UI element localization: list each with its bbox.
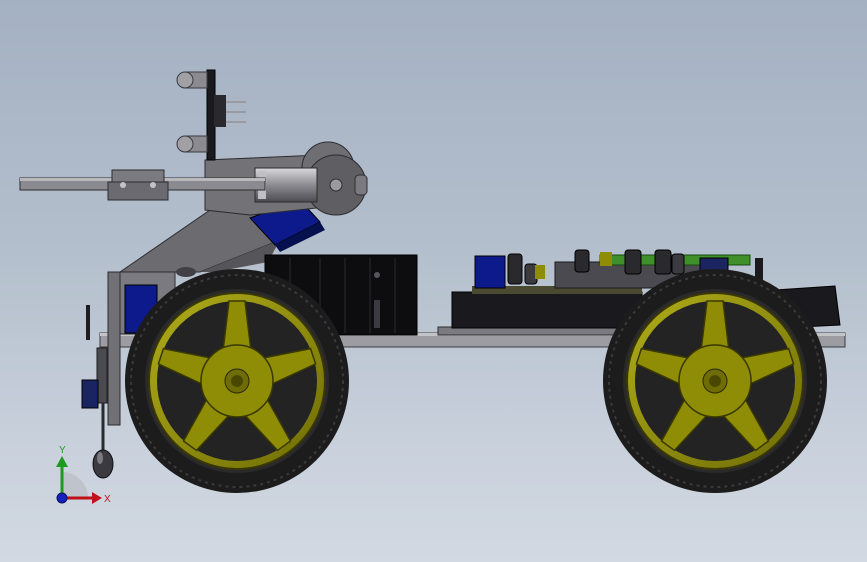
triad-plane-quadrant (62, 472, 88, 498)
y-axis-arrowhead (56, 456, 68, 467)
z-axis-dot (56, 492, 68, 504)
x-axis-label: X (104, 494, 111, 505)
rear-wheel (603, 269, 827, 493)
front-wheel (125, 269, 349, 493)
robot-car-model[interactable]: Y X (0, 0, 867, 562)
y-axis-label: Y (59, 445, 66, 456)
cad-viewport[interactable]: Y X (0, 0, 867, 562)
ultrasonic-sensor (176, 69, 246, 161)
x-axis-arrowhead (92, 492, 102, 504)
